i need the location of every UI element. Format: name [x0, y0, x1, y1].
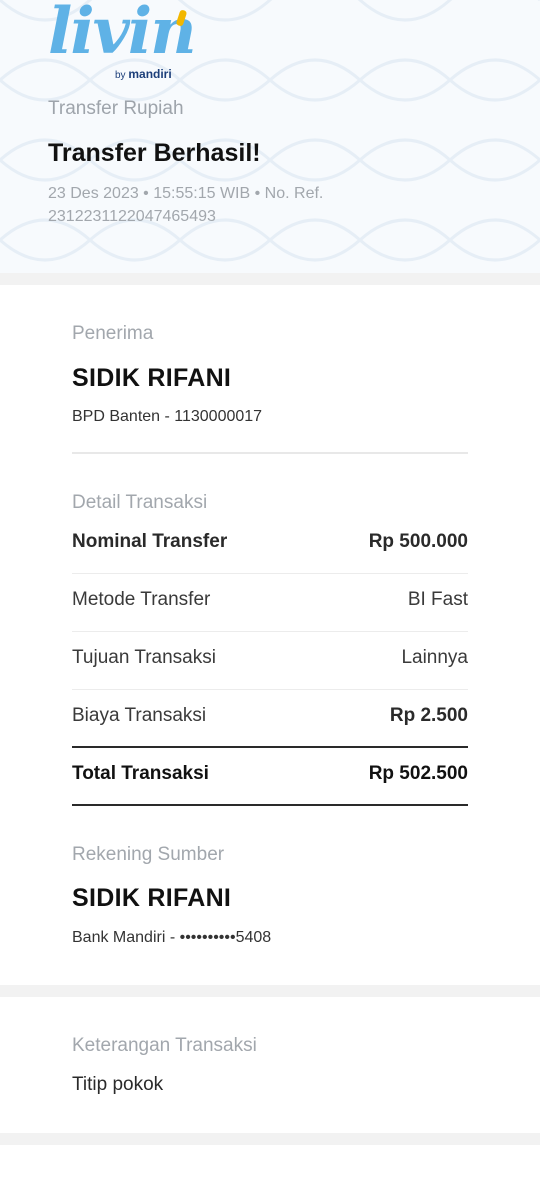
detail-row-label: Tujuan Transaksi	[72, 647, 216, 668]
by-mandiri-tagline: by mandiri	[115, 67, 172, 81]
detail-row-fee: Biaya Transaksi Rp 2.500	[72, 687, 468, 745]
detail-row-value: Rp 500.000	[368, 531, 468, 552]
livin-wordmark: livin	[48, 0, 197, 69]
recipient-label: Penerima	[72, 323, 154, 344]
logo-brand-text: mandiri	[128, 67, 172, 81]
total-value: Rp 502.500	[368, 763, 468, 784]
detail-row-label: Metode Transfer	[72, 589, 211, 610]
logo-by-text: by	[115, 70, 126, 81]
divider	[72, 452, 468, 454]
detail-row-method: Metode Transfer BI Fast	[72, 571, 468, 629]
note-text: Titip pokok	[72, 1074, 164, 1095]
total-bottom-divider	[72, 804, 468, 806]
page-title: Transfer Berhasil!	[48, 139, 261, 167]
section-separator	[0, 985, 540, 997]
recipient-account: BPD Banten - 1130000017	[72, 408, 263, 425]
total-label: Total Transaksi	[72, 763, 209, 784]
detail-row-value: Rp 2.500	[389, 705, 468, 726]
detail-row-label: Nominal Transfer	[72, 531, 228, 552]
section-separator	[0, 273, 540, 285]
recipient-name: SIDIK RIFANI	[72, 364, 232, 392]
detail-row-nominal: Nominal Transfer Rp 500.000	[72, 513, 468, 571]
transaction-meta: 23 Des 2023 • 15:55:15 WIB • No. Ref. 23…	[48, 185, 324, 225]
section-separator	[0, 1133, 540, 1145]
note-label: Keterangan Transaksi	[72, 1035, 257, 1056]
detail-row-value: BI Fast	[407, 589, 468, 610]
detail-row-total: Total Transaksi Rp 502.500	[72, 745, 468, 803]
receipt-header: livin by mandiri Transfer Rupiah Transfe…	[0, 0, 540, 273]
source-account: Bank Mandiri - ••••••••••5408	[72, 929, 272, 946]
livin-logo: livin by mandiri	[48, 0, 197, 84]
details-label: Detail Transaksi	[72, 492, 208, 513]
detail-row-purpose: Tujuan Transaksi Lainnya	[72, 629, 468, 687]
detail-row-value: Lainnya	[401, 647, 468, 668]
source-name: SIDIK RIFANI	[72, 884, 232, 912]
source-label: Rekening Sumber	[72, 844, 225, 865]
detail-row-label: Biaya Transaksi	[72, 705, 207, 726]
page-subtitle: Transfer Rupiah	[48, 98, 184, 119]
